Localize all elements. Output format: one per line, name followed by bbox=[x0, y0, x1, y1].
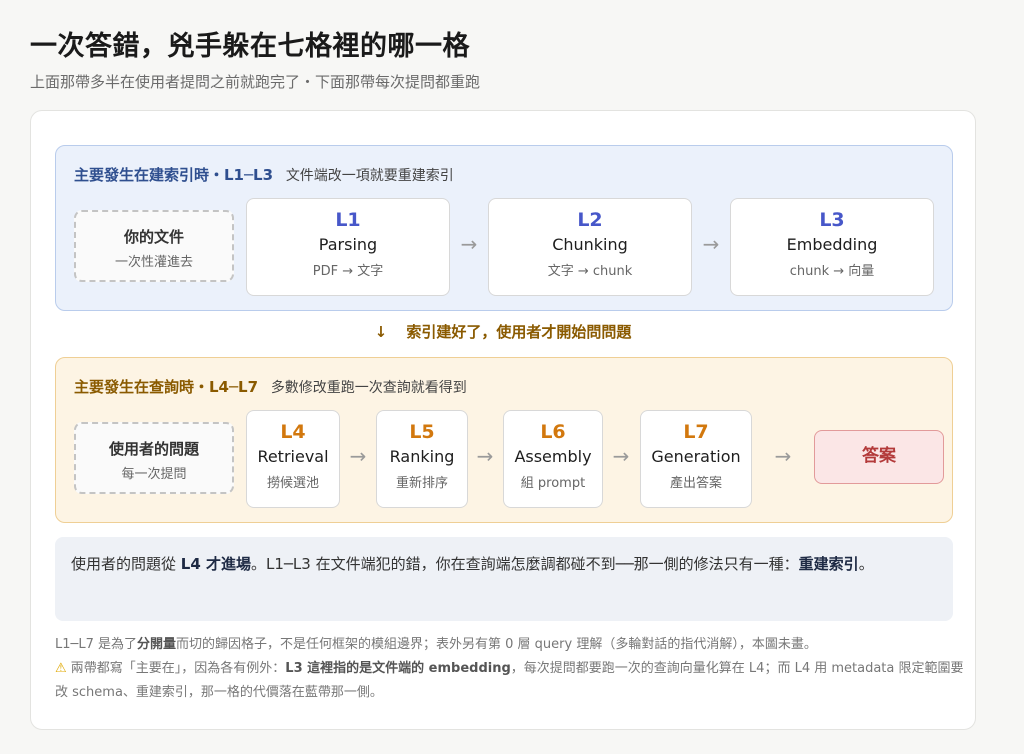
step-L6-box: L6 Assembly 組 prompt bbox=[503, 410, 603, 508]
step-L2-desc: 文字 → chunk bbox=[547, 264, 633, 279]
step-L5-name: Ranking bbox=[389, 447, 455, 466]
step-L6-desc: 組 prompt bbox=[520, 476, 586, 491]
page-title: 一次答錯，兇手躲在七格裡的哪一格 bbox=[30, 31, 470, 62]
callout-box: 使用者的問題從 L4 才進場。L1─L3 在文件端犯的錯，你在查詢端怎麼調都碰不… bbox=[55, 537, 953, 621]
arrow-right-icon: → bbox=[349, 444, 367, 468]
index-band-title: 主要發生在建索引時・L1─L3 bbox=[74, 166, 274, 184]
documents-source-label: 你的文件 bbox=[123, 228, 184, 246]
arrow-down-icon: ↓ bbox=[374, 323, 388, 341]
transition-label: ↓ 索引建好了，使用者才開始問問題 bbox=[31, 321, 975, 342]
warning-icon: ⚠ bbox=[55, 661, 67, 676]
step-L1-desc: PDF → 文字 bbox=[312, 264, 384, 279]
callout-text-1: 使用者的問題從 bbox=[71, 555, 181, 573]
documents-source-box: 你的文件 一次性灌進去 bbox=[74, 210, 234, 282]
query-band-heading: 主要發生在查詢時・L4─L7 多數修改重跑一次查詢就看得到 bbox=[74, 376, 467, 397]
answer-box: 答案 bbox=[814, 430, 944, 484]
user-question-desc: 每一次提問 bbox=[121, 467, 187, 482]
step-L3-code: L3 bbox=[819, 209, 845, 231]
footnote-bold: 分開量 bbox=[137, 637, 177, 652]
step-L6-name: Assembly bbox=[514, 447, 592, 466]
arrow-right-icon: → bbox=[774, 444, 792, 468]
query-band: 主要發生在查詢時・L4─L7 多數修改重跑一次查詢就看得到 使用者的問題 每一次… bbox=[55, 357, 953, 523]
step-L1-code: L1 bbox=[335, 209, 361, 231]
arrow-right-icon: → bbox=[460, 232, 478, 256]
step-L5-code: L5 bbox=[409, 421, 435, 443]
diagram-card: 主要發生在建索引時・L1─L3 文件端改一項就要重建索引 你的文件 一次性灌進去… bbox=[30, 110, 976, 730]
step-L4-box: L4 Retrieval 撈候選池 bbox=[246, 410, 340, 508]
user-question-label: 使用者的問題 bbox=[108, 440, 199, 458]
index-band-heading: 主要發生在建索引時・L1─L3 文件端改一項就要重建索引 bbox=[74, 164, 454, 185]
arrow-right-icon: → bbox=[702, 232, 720, 256]
user-question-source-box: 使用者的問題 每一次提問 bbox=[74, 422, 234, 494]
step-L5-box: L5 Ranking 重新排序 bbox=[376, 410, 468, 508]
query-band-note: 多數修改重跑一次查詢就看得到 bbox=[270, 380, 467, 396]
step-L7-code: L7 bbox=[683, 421, 709, 443]
step-L2-box: L2 Chunking 文字 → chunk bbox=[488, 198, 692, 296]
callout-bold-1: L4 才進場 bbox=[180, 555, 251, 573]
index-band: 主要發生在建索引時・L1─L3 文件端改一項就要重建索引 你的文件 一次性灌進去… bbox=[55, 145, 953, 311]
footnote-line-2: ⚠ 兩帶都寫「主要在」，因為各有例外：L3 這裡指的是文件端的 embeddin… bbox=[55, 657, 965, 705]
step-L3-name: Embedding bbox=[786, 235, 878, 254]
transition-text: 索引建好了，使用者才開始問問題 bbox=[406, 323, 632, 341]
page-subtitle: 上面那帶多半在使用者提問之前就跑完了・下面那帶每次提問都重跑 bbox=[30, 73, 481, 91]
footnote-bold: L3 這裡指的是文件端的 embedding bbox=[285, 661, 511, 676]
step-L3-desc: chunk → 向量 bbox=[789, 264, 875, 279]
step-L7-desc: 產出答案 bbox=[669, 476, 722, 491]
step-L3-box: L3 Embedding chunk → 向量 bbox=[730, 198, 934, 296]
arrow-right-icon: → bbox=[476, 444, 494, 468]
step-L5-desc: 重新排序 bbox=[395, 476, 448, 491]
step-L1-name: Parsing bbox=[318, 235, 378, 254]
callout-bold-2: 重建索引 bbox=[798, 555, 859, 573]
step-L4-desc: 撈候選池 bbox=[266, 476, 319, 491]
step-L2-code: L2 bbox=[577, 209, 603, 231]
footnote: L1─L7 是為了分開量而切的歸因格子，不是任何框架的模組邊界；表外另有第 0 … bbox=[55, 633, 965, 705]
query-band-title: 主要發生在查詢時・L4─L7 bbox=[74, 378, 259, 396]
step-L6-code: L6 bbox=[540, 421, 566, 443]
step-L4-code: L4 bbox=[280, 421, 306, 443]
step-L7-name: Generation bbox=[651, 447, 741, 466]
index-band-note: 文件端改一項就要重建索引 bbox=[285, 168, 454, 184]
footnote-text: 而切的歸因格子，不是任何框架的模組邊界；表外另有第 0 層 query 理解（多… bbox=[176, 637, 817, 652]
step-L4-name: Retrieval bbox=[257, 447, 329, 466]
documents-source-desc: 一次性灌進去 bbox=[114, 255, 193, 270]
footnote-text: 兩帶都寫「主要在」，因為各有例外： bbox=[66, 661, 286, 676]
step-L7-box: L7 Generation 產出答案 bbox=[640, 410, 752, 508]
step-L2-name: Chunking bbox=[552, 235, 628, 254]
arrow-right-icon: → bbox=[612, 444, 630, 468]
callout-text-3: 。 bbox=[858, 555, 874, 573]
page: 一次答錯，兇手躲在七格裡的哪一格 上面那帶多半在使用者提問之前就跑完了・下面那帶… bbox=[0, 0, 1024, 754]
callout-text-2: 。L1─L3 在文件端犯的錯，你在查詢端怎麼調都碰不到──那一側的修法只有一種： bbox=[251, 555, 799, 573]
step-L1-box: L1 Parsing PDF → 文字 bbox=[246, 198, 450, 296]
footnote-text: L1─L7 是為了 bbox=[55, 637, 137, 652]
footnote-line-1: L1─L7 是為了分開量而切的歸因格子，不是任何框架的模組邊界；表外另有第 0 … bbox=[55, 633, 965, 657]
